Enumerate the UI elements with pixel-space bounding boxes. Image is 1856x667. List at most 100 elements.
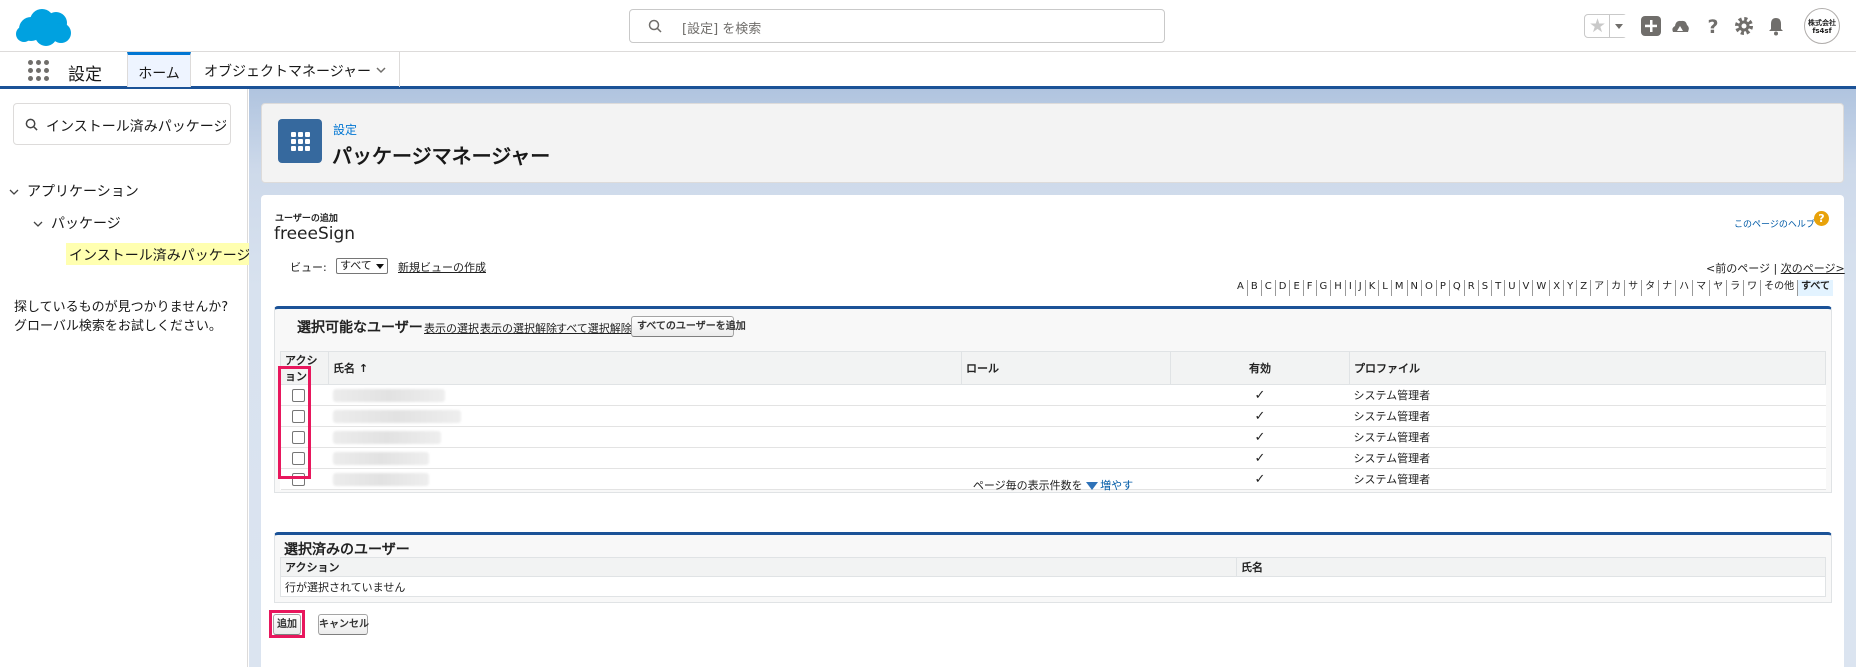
chevron-down-icon[interactable] <box>33 219 43 229</box>
alphabet-filter-item[interactable]: D <box>1276 280 1291 296</box>
view-select[interactable]: すべて <box>336 258 388 274</box>
user-name-redacted <box>332 451 429 465</box>
cancel-button[interactable]: キャンセル <box>318 614 369 635</box>
alphabet-filter-item[interactable]: O <box>1422 280 1437 296</box>
prev-page-link[interactable]: <前のページ <box>1706 262 1770 275</box>
alphabet-filter-item[interactable]: ア <box>1591 280 1609 296</box>
alphabet-filter-item[interactable]: ワ <box>1744 280 1762 296</box>
alphabet-filter-item[interactable]: ハ <box>1676 280 1694 296</box>
alphabet-filter-item[interactable]: F <box>1304 280 1317 296</box>
deselect-all-link[interactable]: すべて選択解除 <box>556 320 632 336</box>
chevron-down-icon[interactable] <box>9 187 19 197</box>
table-row: ✓ システム管理者 <box>280 384 1826 406</box>
salesforce-logo[interactable] <box>14 7 74 47</box>
alphabet-filter-item[interactable]: H <box>1331 280 1346 296</box>
alphabet-filter-item[interactable]: N <box>1408 280 1422 296</box>
alphabet-filter-item[interactable]: ヤ <box>1710 280 1728 296</box>
favorites-dropdown-icon[interactable] <box>1609 15 1627 37</box>
user-role <box>961 447 1171 469</box>
deselect-shown-link[interactable]: 表示の選択解除 <box>480 320 557 336</box>
global-search-input[interactable]: [設定] を検索 <box>629 9 1165 43</box>
available-users-block: 選択可能なユーザー 表示の選択 表示の選択解除 すべて選択解除 すべてのユーザー… <box>274 306 1832 493</box>
alphabet-filter-item[interactable]: Y <box>1564 280 1578 296</box>
alphabet-filter-item[interactable]: タ <box>1642 280 1660 296</box>
user-profile: システム管理者 <box>1349 384 1826 406</box>
active-check-icon: ✓ <box>1254 450 1266 466</box>
active-check-icon: ✓ <box>1254 387 1266 403</box>
alphabet-filter-item[interactable]: Z <box>1577 280 1592 296</box>
view-label: ビュー: <box>290 261 327 274</box>
help-question-icon[interactable]: ? <box>1814 211 1829 226</box>
alphabet-filter-item[interactable]: W <box>1533 280 1551 296</box>
alphabet-filter-item[interactable]: T <box>1492 280 1506 296</box>
tree-item-label: パッケージ <box>51 216 121 232</box>
setup-gear-icon[interactable] <box>1733 15 1755 37</box>
tree-item-applications[interactable]: アプリケーション <box>9 181 139 201</box>
alphabet-filter-item[interactable]: E <box>1290 280 1304 296</box>
page-subtitle: ユーザーの追加 <box>275 214 338 224</box>
alphabet-filter-item[interactable]: G <box>1317 280 1332 296</box>
user-profile: システム管理者 <box>1349 405 1826 427</box>
app-launcher-icon[interactable] <box>28 60 49 81</box>
breadcrumb[interactable]: 設定 <box>333 121 357 138</box>
empty-row: 行が選択されていません <box>280 576 1826 597</box>
alphabet-filter-item[interactable]: V <box>1520 280 1534 296</box>
add-all-users-button[interactable]: すべてのユーザーを追加 <box>631 316 746 337</box>
help-icon[interactable]: ? <box>1702 15 1724 37</box>
favorites-button[interactable]: ★ <box>1584 14 1627 38</box>
tree-item-installed-packages[interactable]: インストール済みパッケージ <box>66 243 254 265</box>
alphabet-filter-item[interactable]: すべて <box>1798 280 1833 296</box>
chevron-down-icon[interactable] <box>375 64 387 76</box>
table-row: ✓ システム管理者 <box>280 405 1826 427</box>
alphabet-filter-item[interactable]: その他 <box>1761 280 1799 296</box>
table-row: ✓ システム管理者 <box>280 426 1826 448</box>
user-name-redacted <box>332 409 461 423</box>
alphabet-filter-item[interactable]: X <box>1550 280 1565 296</box>
global-header: [設定] を検索 ★ ? 株式会社 fs4sf <box>0 0 1856 52</box>
user-name-redacted <box>332 430 441 444</box>
alphabet-filter-item[interactable]: Q <box>1450 280 1465 296</box>
increase-per-page-link[interactable]: 増やす <box>1086 479 1133 492</box>
triangle-down-icon <box>1086 482 1099 490</box>
notifications-bell-icon[interactable] <box>1765 15 1787 37</box>
trailhead-icon[interactable] <box>1669 15 1691 37</box>
tab-object-manager[interactable]: オブジェクトマネージャー <box>192 52 400 87</box>
setup-sidebar: インストール済みパッケージ アプリケーション パッケージ インストール済みパッケ… <box>0 89 254 667</box>
alphabet-filter-item[interactable]: B <box>1248 280 1262 296</box>
help-link[interactable]: このページのヘルプ <box>1734 217 1815 230</box>
global-actions-icon[interactable] <box>1640 15 1662 37</box>
tab-home[interactable]: ホーム <box>127 52 191 87</box>
new-view-link[interactable]: 新規ビューの作成 <box>398 259 486 275</box>
column-header-name[interactable]: 氏名 ↑ <box>328 351 962 385</box>
alphabet-filter-item[interactable]: S <box>1479 280 1493 296</box>
tree-item-packages[interactable]: パッケージ <box>33 213 121 233</box>
alphabet-filter-item[interactable]: マ <box>1693 280 1711 296</box>
alphabet-filter-item[interactable]: カ <box>1608 280 1626 296</box>
alphabet-filter-item[interactable]: P <box>1437 280 1450 296</box>
alphabet-filter-item[interactable]: J <box>1356 280 1366 296</box>
alphabet-filter-item[interactable]: M <box>1392 280 1408 296</box>
alphabet-filter-item[interactable]: L <box>1379 280 1392 296</box>
column-header-name: 氏名 <box>1236 557 1826 577</box>
alphabet-filter-item[interactable]: R <box>1465 280 1479 296</box>
user-role <box>961 384 1171 406</box>
selected-users-table: アクション 氏名 行が選択されていません <box>280 557 1826 597</box>
user-avatar[interactable]: 株式会社 fs4sf <box>1804 8 1840 44</box>
select-shown-link[interactable]: 表示の選択 <box>424 320 479 336</box>
empty-message: 行が選択されていません <box>280 576 1826 597</box>
alphabet-filter-item[interactable]: K <box>1366 280 1380 296</box>
alphabet-filter-item[interactable]: ナ <box>1659 280 1677 296</box>
alphabet-filter-item[interactable]: U <box>1505 280 1520 296</box>
alphabet-filter-item[interactable]: A <box>1234 280 1248 296</box>
column-header-active[interactable]: 有効 <box>1170 351 1350 385</box>
column-header-role[interactable]: ロール <box>961 351 1171 385</box>
pager-separator: | <box>1773 262 1778 275</box>
alphabet-filter-item[interactable]: I <box>1346 280 1356 296</box>
package-title: freeeSign <box>274 224 356 244</box>
alphabet-filter-item[interactable]: サ <box>1625 280 1643 296</box>
next-page-link[interactable]: 次のページ> <box>1781 262 1845 275</box>
alphabet-filter-item[interactable]: C <box>1262 280 1276 296</box>
column-header-profile[interactable]: プロファイル <box>1349 351 1826 385</box>
quick-find-input[interactable]: インストール済みパッケージ <box>13 103 231 145</box>
alphabet-filter-item[interactable]: ラ <box>1727 280 1745 296</box>
